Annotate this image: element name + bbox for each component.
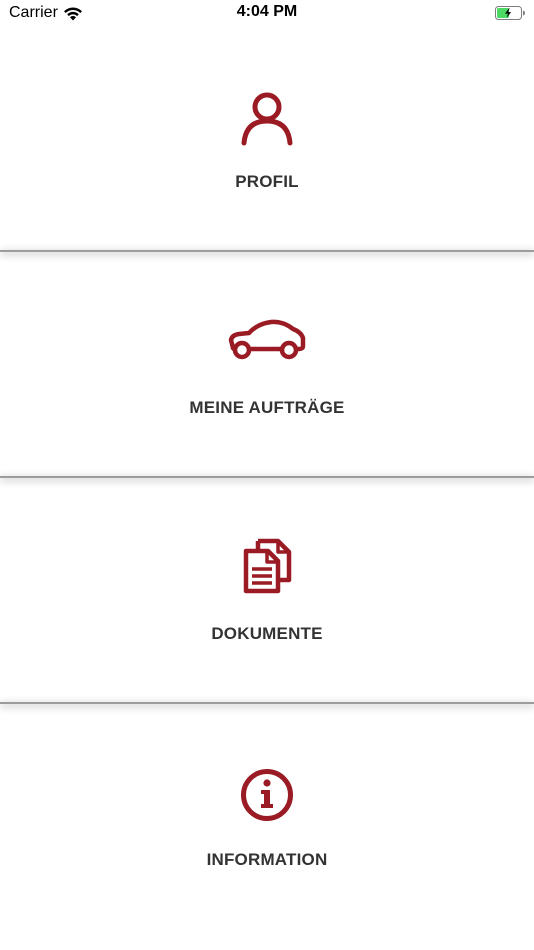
documents-icon [243, 538, 292, 594]
battery-charging-icon [495, 6, 525, 20]
info-icon [241, 769, 293, 821]
car-icon [228, 319, 306, 360]
menu-item-information[interactable]: INFORMATION [0, 704, 534, 928]
menu-label-meine-auftraege: MEINE AUFTRÄGE [189, 398, 345, 417]
menu-label-dokumente: DOKUMENTE [211, 624, 323, 643]
menu-item-dokumente[interactable]: DOKUMENTE [0, 478, 534, 702]
divider [0, 702, 534, 704]
menu-label-profil: PROFIL [235, 172, 299, 191]
divider [0, 250, 534, 252]
main-menu: PROFIL MEINE AUFTRÄGE DOKUMENTE INFORMAT… [0, 26, 534, 928]
menu-item-profil[interactable]: PROFIL [0, 26, 534, 250]
menu-item-meine-auftraege[interactable]: MEINE AUFTRÄGE [0, 252, 534, 476]
divider [0, 476, 534, 478]
app-screen: Carrier 4:04 PM PROFIL MEINE AUFTRÄGE DO… [0, 0, 534, 950]
menu-label-information: INFORMATION [206, 850, 328, 869]
user-icon [241, 92, 293, 146]
status-time: 4:04 PM [236, 3, 298, 20]
status-bar: Carrier 4:04 PM [0, 0, 534, 26]
